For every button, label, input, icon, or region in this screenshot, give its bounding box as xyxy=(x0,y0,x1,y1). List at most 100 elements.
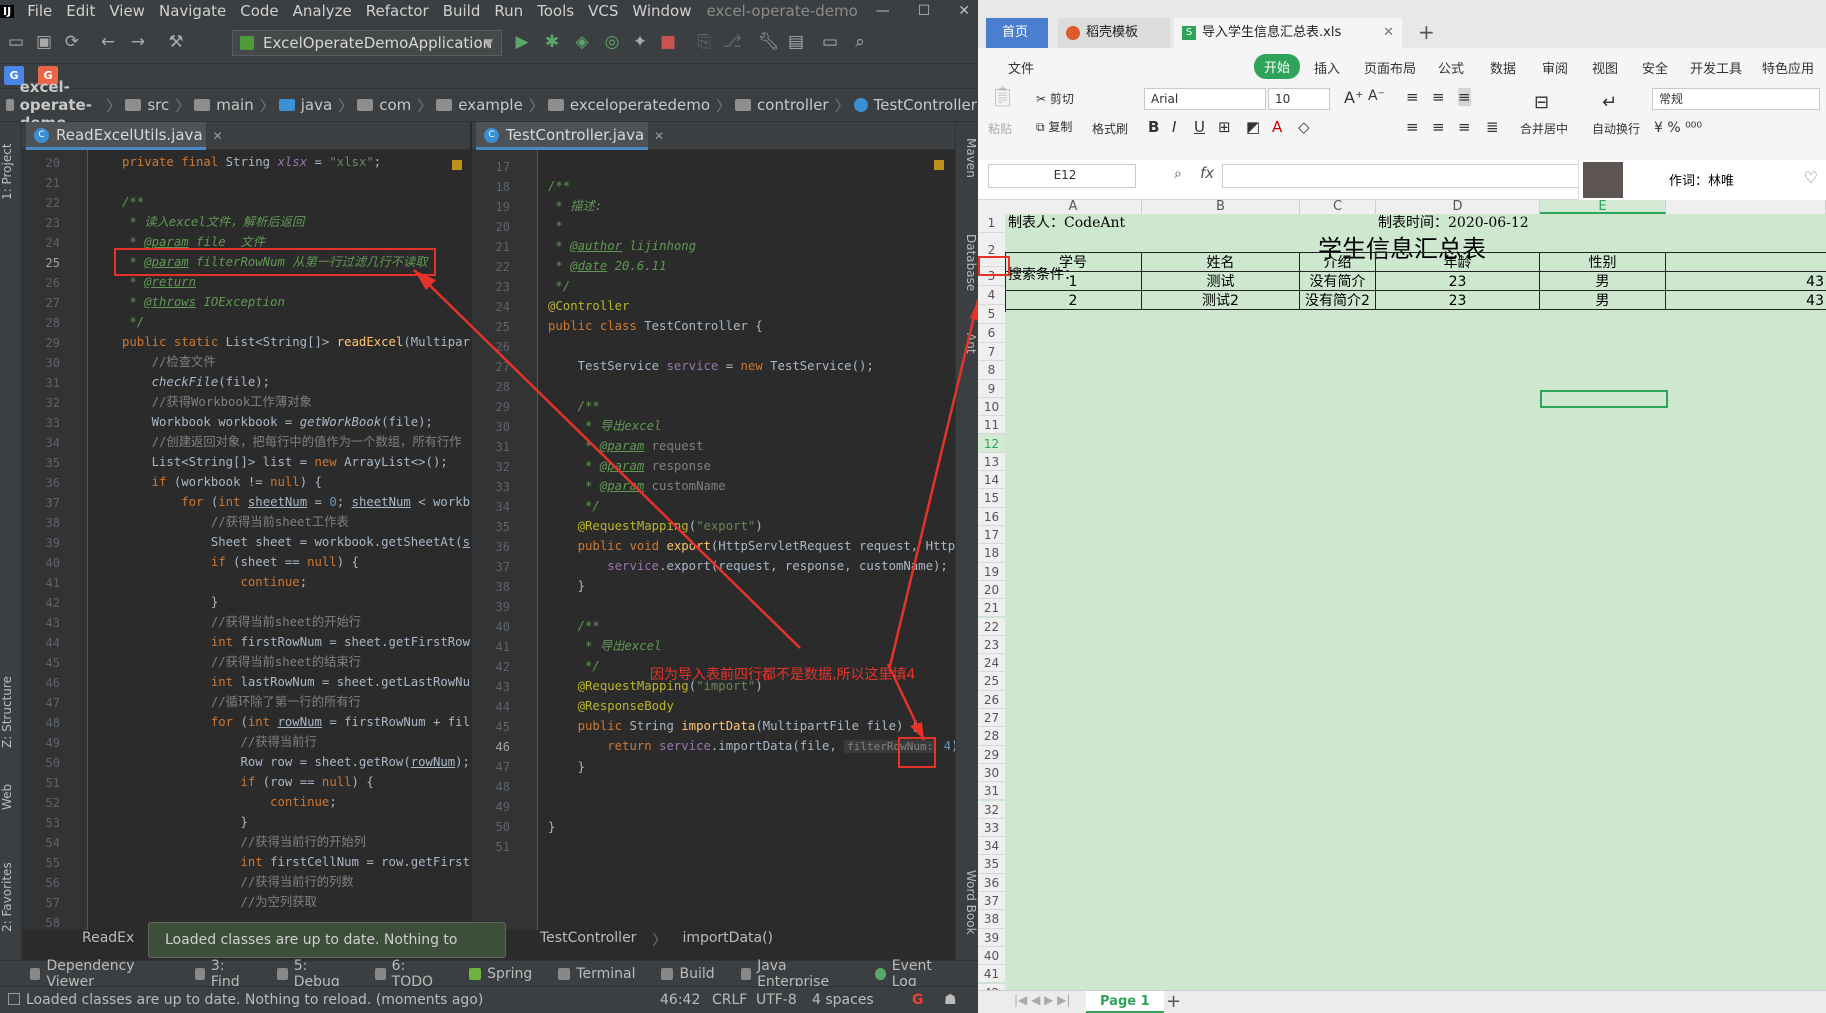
menu-formula[interactable]: 公式 xyxy=(1438,58,1464,77)
row-header[interactable]: 31 xyxy=(978,782,1005,801)
row-header[interactable]: 36 xyxy=(978,873,1005,892)
new-tab-icon[interactable]: + xyxy=(1418,20,1435,44)
row-header[interactable]: 21 xyxy=(978,599,1005,618)
row-header[interactable]: 38 xyxy=(978,910,1005,929)
row-header[interactable]: 40 xyxy=(978,946,1005,966)
align-bottom-icon[interactable]: ≡ xyxy=(1458,88,1471,106)
row-header[interactable]: 6 xyxy=(978,324,1005,343)
heart-icon[interactable]: ♡ xyxy=(1804,168,1818,187)
row-header[interactable]: 35 xyxy=(978,855,1005,874)
row-header[interactable]: 34 xyxy=(978,837,1005,856)
table-header-extra[interactable] xyxy=(1666,253,1826,272)
align-left-icon[interactable]: ≡ xyxy=(1406,118,1419,136)
table-cell[interactable]: 没有简介 xyxy=(1300,272,1376,291)
row-header[interactable]: 26 xyxy=(978,690,1005,709)
add-sheet-icon[interactable]: + xyxy=(1166,991,1181,1012)
paste-button[interactable]: 粘贴 xyxy=(988,120,1012,137)
row-header[interactable]: 4 xyxy=(978,286,1005,305)
row-header[interactable]: 14 xyxy=(978,471,1005,490)
row-header[interactable]: 29 xyxy=(978,745,1005,764)
table-cell[interactable]: 男 xyxy=(1540,291,1666,310)
fx-icon[interactable]: fx xyxy=(1200,164,1214,182)
menu-review[interactable]: 审阅 xyxy=(1542,58,1568,77)
table-cell[interactable]: 23 xyxy=(1376,291,1540,310)
table-header[interactable]: 姓名 xyxy=(1142,253,1300,272)
menu-dev-tools[interactable]: 开发工具 xyxy=(1690,58,1742,77)
row-header[interactable]: 12 xyxy=(978,434,1005,453)
row-header[interactable]: 5 xyxy=(978,305,1005,324)
close-tab-icon[interactable]: ✕ xyxy=(1383,18,1394,48)
row-header[interactable]: 8 xyxy=(978,361,1005,380)
menu-file[interactable]: 文件 xyxy=(1008,58,1034,77)
align-middle-icon[interactable]: ≡ xyxy=(1432,88,1445,106)
wrap-icon[interactable]: ↵ xyxy=(1602,92,1617,113)
row-header[interactable]: 16 xyxy=(978,507,1005,526)
row-header[interactable]: 37 xyxy=(978,892,1005,911)
row-header[interactable]: 39 xyxy=(978,928,1005,947)
bold-icon[interactable]: B xyxy=(1148,118,1159,136)
table-cell[interactable]: 43 xyxy=(1666,272,1826,291)
justify-icon[interactable]: ≣ xyxy=(1486,118,1499,136)
row-header[interactable]: 13 xyxy=(978,452,1005,472)
number-format-select[interactable]: 常规 xyxy=(1652,88,1820,110)
row-header[interactable]: 10 xyxy=(978,397,1005,417)
italic-icon[interactable]: I xyxy=(1172,118,1176,136)
grow-font-icon[interactable]: A⁺ xyxy=(1344,88,1363,107)
font-size-select[interactable]: 10 xyxy=(1268,88,1330,110)
row-header[interactable]: 1 xyxy=(978,214,1005,233)
menu-security[interactable]: 安全 xyxy=(1642,58,1668,77)
name-box[interactable]: E12 xyxy=(988,164,1136,188)
row-header[interactable]: 23 xyxy=(978,635,1005,655)
tab-docer[interactable]: 稻壳模板 xyxy=(1058,18,1170,48)
font-select[interactable]: Arial xyxy=(1144,88,1266,110)
table-cell[interactable]: 23 xyxy=(1376,272,1540,291)
row-header[interactable]: 27 xyxy=(978,709,1005,728)
row-header[interactable]: 9 xyxy=(978,379,1005,398)
sheet-nav-icons[interactable]: |◀ ◀ ▶ ▶| xyxy=(1014,993,1070,1007)
align-center-icon[interactable]: ≡ xyxy=(1432,118,1445,136)
font-color-icon[interactable]: A xyxy=(1272,118,1282,136)
col-header-e[interactable]: E xyxy=(1540,200,1666,214)
row-header[interactable]: 32 xyxy=(978,800,1005,819)
align-top-icon[interactable]: ≡ xyxy=(1406,88,1419,106)
row-header[interactable]: 20 xyxy=(978,580,1005,600)
menu-insert[interactable]: 插入 xyxy=(1314,58,1340,77)
cut-button[interactable]: ✂ 剪切 xyxy=(1036,90,1074,107)
row-header[interactable]: 25 xyxy=(978,672,1005,691)
format-painter-button[interactable]: 格式刷 xyxy=(1092,120,1128,137)
col-header-f[interactable] xyxy=(1666,200,1826,214)
col-header-a[interactable]: A xyxy=(1005,200,1142,214)
zoom-lookup-icon[interactable]: ⌕ xyxy=(1174,166,1182,182)
table-cell[interactable]: 43 xyxy=(1666,291,1826,310)
sheet-tab-page1[interactable]: Page 1 xyxy=(1086,991,1164,1013)
clear-icon[interactable]: ◇ xyxy=(1298,118,1310,136)
wrap-text-button[interactable]: 自动换行 xyxy=(1592,120,1640,137)
row-header[interactable]: 15 xyxy=(978,489,1005,508)
paste-icon[interactable]: 📋︎ xyxy=(990,84,1015,108)
select-all-corner[interactable] xyxy=(978,200,1005,214)
tab-workbook[interactable]: S 导入学生信息汇总表.xls ✕ xyxy=(1174,18,1402,48)
row-header[interactable]: 11 xyxy=(978,416,1005,435)
music-widget[interactable]: 作词：林唯 ♡ xyxy=(1578,160,1826,200)
currency-icon[interactable]: ¥ % ⁰⁰⁰ xyxy=(1654,120,1702,136)
table-cell[interactable]: 1 xyxy=(1005,272,1142,291)
table-cell[interactable]: 测试2 xyxy=(1142,291,1300,310)
merge-center-button[interactable]: 合并居中 xyxy=(1520,120,1568,137)
row-header[interactable]: 28 xyxy=(978,727,1005,746)
row-header[interactable]: 24 xyxy=(978,654,1005,673)
cell-date[interactable]: 制表时间：2020-06-12 xyxy=(1378,214,1529,232)
row-header[interactable]: 7 xyxy=(978,343,1005,362)
row-header[interactable]: 22 xyxy=(978,617,1005,636)
table-cell[interactable]: 测试 xyxy=(1142,272,1300,291)
menu-features[interactable]: 特色应用 xyxy=(1762,58,1814,77)
col-header-b[interactable]: B xyxy=(1142,200,1300,214)
cell-maker[interactable]: 制表人：CodeAnt xyxy=(1008,214,1125,232)
row-header[interactable]: 18 xyxy=(978,544,1005,563)
table-cell[interactable]: 没有简介2 xyxy=(1300,291,1376,310)
menu-data[interactable]: 数据 xyxy=(1490,58,1516,77)
row-header[interactable]: 19 xyxy=(978,562,1005,581)
sheet-grid[interactable]: A B C D E 1 2 3 4 5 6 7 8 9 10 11 12 13 14 15 16 17 18 19 2… xyxy=(978,200,1826,1002)
table-header[interactable]: 性别 xyxy=(1540,253,1666,272)
col-header-c[interactable]: C xyxy=(1300,200,1376,214)
table-header[interactable]: 学号 xyxy=(1005,253,1142,272)
